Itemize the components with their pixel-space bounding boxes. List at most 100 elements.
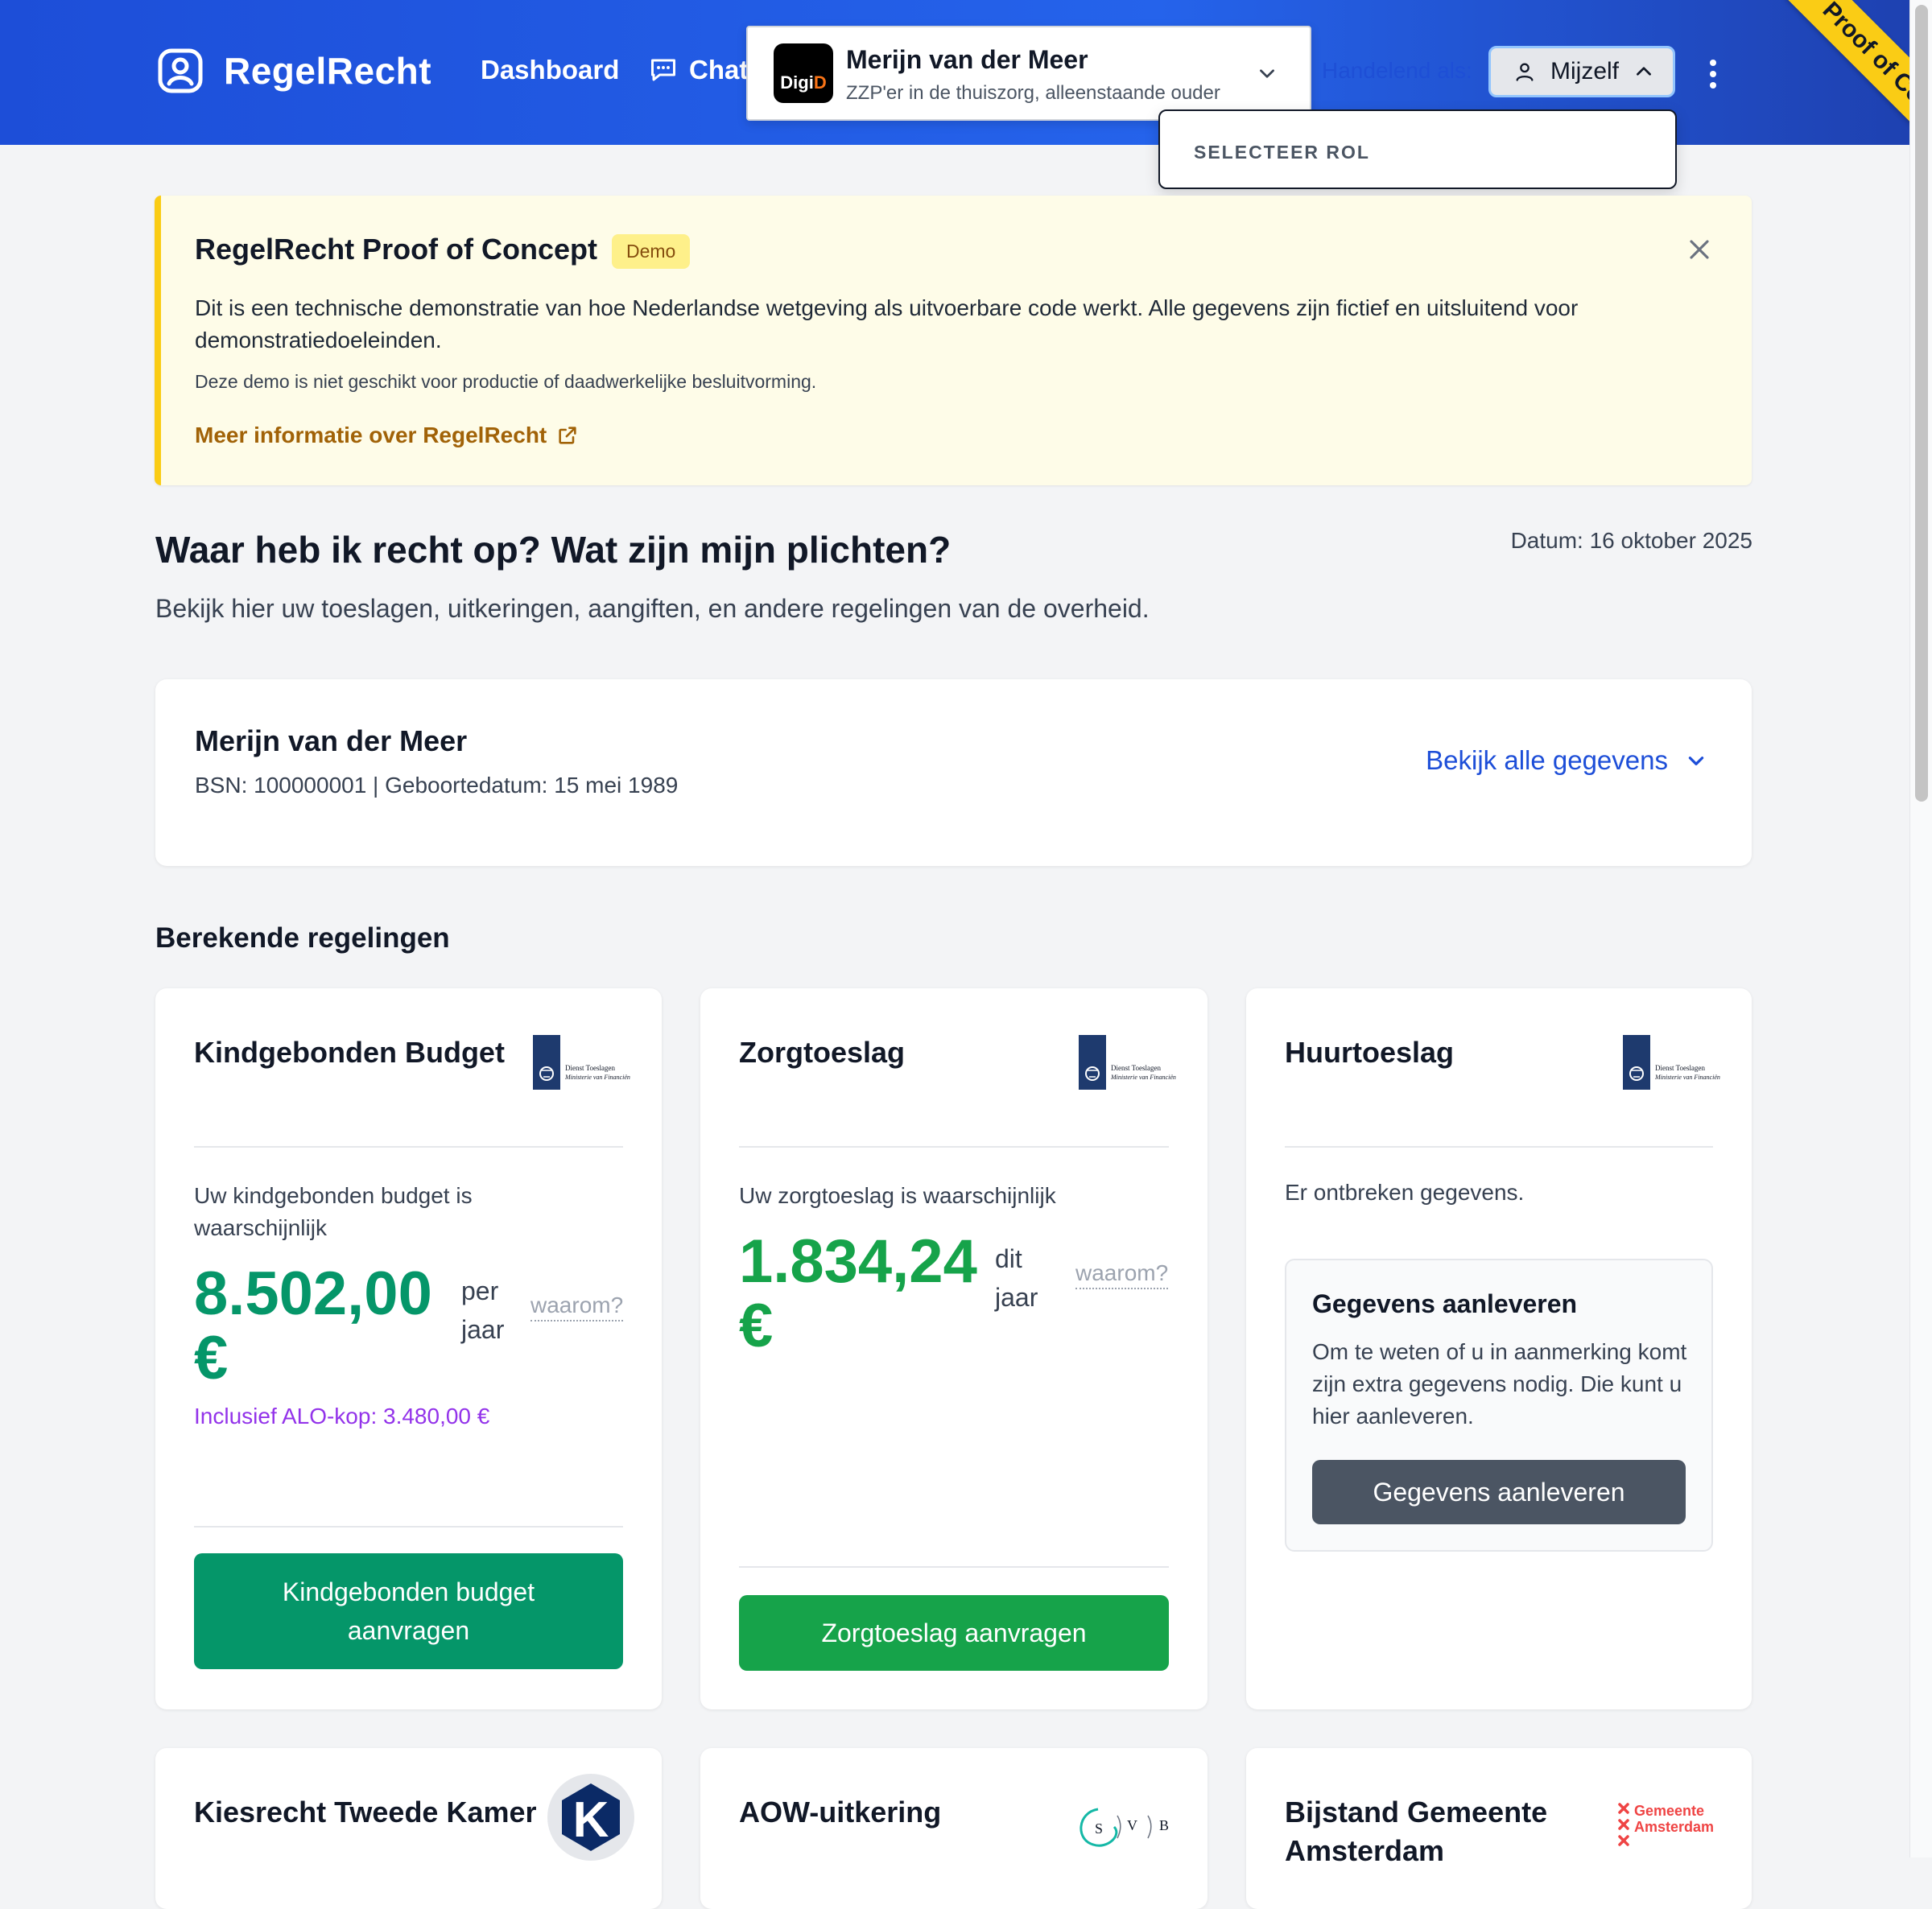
- user-icon: [1516, 63, 1534, 81]
- result-amount: 1.834,24: [739, 1227, 977, 1296]
- close-icon[interactable]: [1687, 237, 1711, 262]
- card-result-label: Uw zorgtoeslag is waarschijnlijk: [739, 1183, 1056, 1208]
- regeling-card-aow: AOW-uitkering S V B: [700, 1748, 1208, 1909]
- card-divider: [194, 1146, 623, 1148]
- role-selector-label: Mijzelf: [1550, 58, 1620, 85]
- section-title: Berekende regelingen: [155, 922, 450, 954]
- result-currency: €: [739, 1292, 774, 1360]
- provide-data-title: Gegevens aanleveren: [1312, 1289, 1578, 1318]
- provide-data-panel: Gegevens aanleveren Om te weten of u in …: [1285, 1259, 1713, 1552]
- external-link-icon: [559, 427, 576, 444]
- logo-line1: Dienst Toeslagen: [1111, 1064, 1161, 1072]
- role-dropdown-menu: SELECTEER ROL: [1158, 109, 1677, 189]
- amsterdam-line1: Gemeente: [1634, 1803, 1704, 1819]
- provide-data-text: Om te weten of u in aanmerking komt zijn…: [1312, 1339, 1687, 1429]
- page-scrollbar[interactable]: [1909, 0, 1932, 1857]
- result-amount: 8.502,00: [194, 1260, 432, 1328]
- logo-line2: Ministerie van Financiën: [1654, 1074, 1720, 1081]
- poc-notice-banner: RegelRecht Proof of Concept Demo Dit is …: [155, 196, 1752, 485]
- card-title: Kindgebonden Budget: [194, 1036, 505, 1069]
- regeling-card-zorgtoeslag: Zorgtoeslag Dienst Toeslagen Ministerie …: [700, 988, 1208, 1709]
- regeling-card-bijstand: Bijstand Gemeente Amsterdam Gemeente Ams…: [1246, 1748, 1752, 1909]
- chat-bubble-icon: [651, 59, 675, 81]
- acting-as-label: Handelend als:: [1322, 58, 1472, 83]
- digid-logo-text: Digi: [780, 72, 814, 93]
- chevron-down-icon: [1260, 69, 1274, 78]
- demo-badge: Demo: [612, 234, 691, 269]
- svb-letter-v: V: [1127, 1817, 1137, 1833]
- why-link[interactable]: waarom?: [530, 1293, 624, 1321]
- gemeente-amsterdam-logo: Gemeente Amsterdam: [1618, 1803, 1714, 1846]
- missing-data-notice: Er ontbreken gegevens.: [1285, 1180, 1525, 1205]
- nav-dashboard[interactable]: Dashboard: [481, 55, 619, 85]
- app-name: RegelRecht: [224, 50, 432, 92]
- card-divider: [1285, 1146, 1713, 1148]
- page-subtitle: Bekijk hier uw toeslagen, uitkeringen, a…: [155, 594, 1150, 623]
- alo-kop-note: Inclusief ALO-kop: 3.480,00 €: [194, 1404, 490, 1429]
- dienst-toeslagen-logo: Dienst Toeslagen Ministerie van Financië…: [1623, 1035, 1720, 1090]
- svb-letter-s: S: [1095, 1820, 1103, 1837]
- svb-letter-b: B: [1159, 1817, 1169, 1833]
- result-unit-2: jaar: [995, 1283, 1038, 1312]
- svb-logo: S V B: [1080, 1808, 1169, 1847]
- card-title: Kiesrecht Tweede Kamer: [194, 1796, 537, 1829]
- poc-ribbon-container: Proof of Concept: [1739, 0, 1924, 185]
- person-meta: BSN: 100000001 | Geboortedatum: 15 mei 1…: [195, 773, 679, 798]
- kiesraad-logo: K: [547, 1774, 634, 1861]
- apply-button-line2: aanvragen: [347, 1616, 470, 1645]
- scrollbar-thumb[interactable]: [1915, 5, 1928, 802]
- digid-user-name: Merijn van der Meer: [846, 45, 1088, 74]
- user-badge-icon: [158, 48, 203, 93]
- result-unit-1: per: [461, 1276, 499, 1305]
- kiesraad-letter: K: [573, 1792, 609, 1848]
- regeling-card-huurtoeslag: Huurtoeslag Dienst Toeslagen Ministerie …: [1246, 988, 1752, 1709]
- page-title: Waar heb ik recht op? Wat zijn mijn plic…: [155, 529, 952, 571]
- digid-logo-d: D: [813, 72, 827, 93]
- person-card: Merijn van der Meer BSN: 100000001 | Geb…: [155, 679, 1752, 866]
- amsterdam-line2: Amsterdam: [1634, 1819, 1714, 1835]
- nav-chat-label: Chat: [689, 55, 749, 85]
- person-name: Merijn van der Meer: [195, 724, 468, 757]
- chevron-down-icon: [1688, 757, 1704, 765]
- nav-chat[interactable]: Chat: [649, 55, 748, 85]
- dienst-toeslagen-logo: Dienst Toeslagen Ministerie van Financië…: [1079, 1035, 1176, 1090]
- chevron-up-icon: [1637, 67, 1651, 76]
- role-selector-button[interactable]: Mijzelf: [1488, 46, 1675, 97]
- result-currency: €: [194, 1324, 229, 1392]
- card-title: Bijstand Gemeente Amsterdam: [1285, 1796, 1548, 1867]
- apply-zorgtoeslag-button[interactable]: Zorgtoeslag aanvragen: [739, 1595, 1169, 1671]
- digid-account-switcher[interactable]: Digi D Merijn van der Meer ZZP'er in de t…: [746, 26, 1311, 121]
- role-dropdown-header: SELECTEER ROL: [1194, 142, 1370, 163]
- apply-button-line1: Kindgebonden budget: [282, 1577, 535, 1606]
- apply-kindgebonden-budget-button[interactable]: Kindgebonden budget aanvragen: [194, 1553, 623, 1669]
- result-unit-2: jaar: [461, 1315, 505, 1344]
- logo-line2: Ministerie van Financiën: [564, 1074, 630, 1081]
- card-title: AOW-uitkering: [739, 1796, 942, 1829]
- banner-disclaimer: Deze demo is niet geschikt voor producti…: [195, 371, 817, 392]
- why-link[interactable]: waarom?: [1075, 1260, 1169, 1289]
- card-result-label: Uw kindgebonden budget is waarschijnlijk: [194, 1183, 473, 1240]
- more-options-icon[interactable]: [1703, 58, 1723, 90]
- provide-data-button[interactable]: Gegevens aanleveren: [1312, 1460, 1686, 1524]
- regeling-card-kindgebonden-budget: Kindgebonden Budget Dienst Toeslagen Min…: [155, 988, 662, 1709]
- poc-ribbon: Proof of Concept: [1785, 0, 1924, 185]
- digid-user-subtitle: ZZP'er in de thuiszorg, alleenstaande ou…: [846, 82, 1220, 104]
- logo-line2: Ministerie van Financiën: [1110, 1074, 1176, 1081]
- dienst-toeslagen-logo: Dienst Toeslagen Ministerie van Financië…: [533, 1035, 630, 1090]
- banner-text: Dit is een technische demonstratie van h…: [195, 295, 1579, 353]
- more-info-link[interactable]: Meer informatie over RegelRecht: [195, 423, 579, 448]
- card-divider: [194, 1526, 623, 1528]
- app-logo[interactable]: RegelRecht: [158, 48, 431, 93]
- card-title: Zorgtoeslag: [739, 1036, 906, 1069]
- logo-line1: Dienst Toeslagen: [1655, 1064, 1705, 1072]
- view-all-details-button[interactable]: Bekijk alle gegevens: [1426, 745, 1707, 776]
- card-divider: [739, 1146, 1169, 1148]
- regeling-card-kiesrecht: Kiesrecht Tweede Kamer K: [155, 1748, 662, 1909]
- result-unit-1: dit: [995, 1244, 1022, 1273]
- digid-logo: Digi D: [774, 43, 833, 103]
- card-title: Huurtoeslag: [1285, 1036, 1455, 1069]
- banner-title: RegelRecht Proof of Concept: [195, 233, 598, 266]
- card-divider: [739, 1566, 1169, 1568]
- logo-line1: Dienst Toeslagen: [565, 1064, 615, 1072]
- view-all-details-label: Bekijk alle gegevens: [1426, 745, 1668, 775]
